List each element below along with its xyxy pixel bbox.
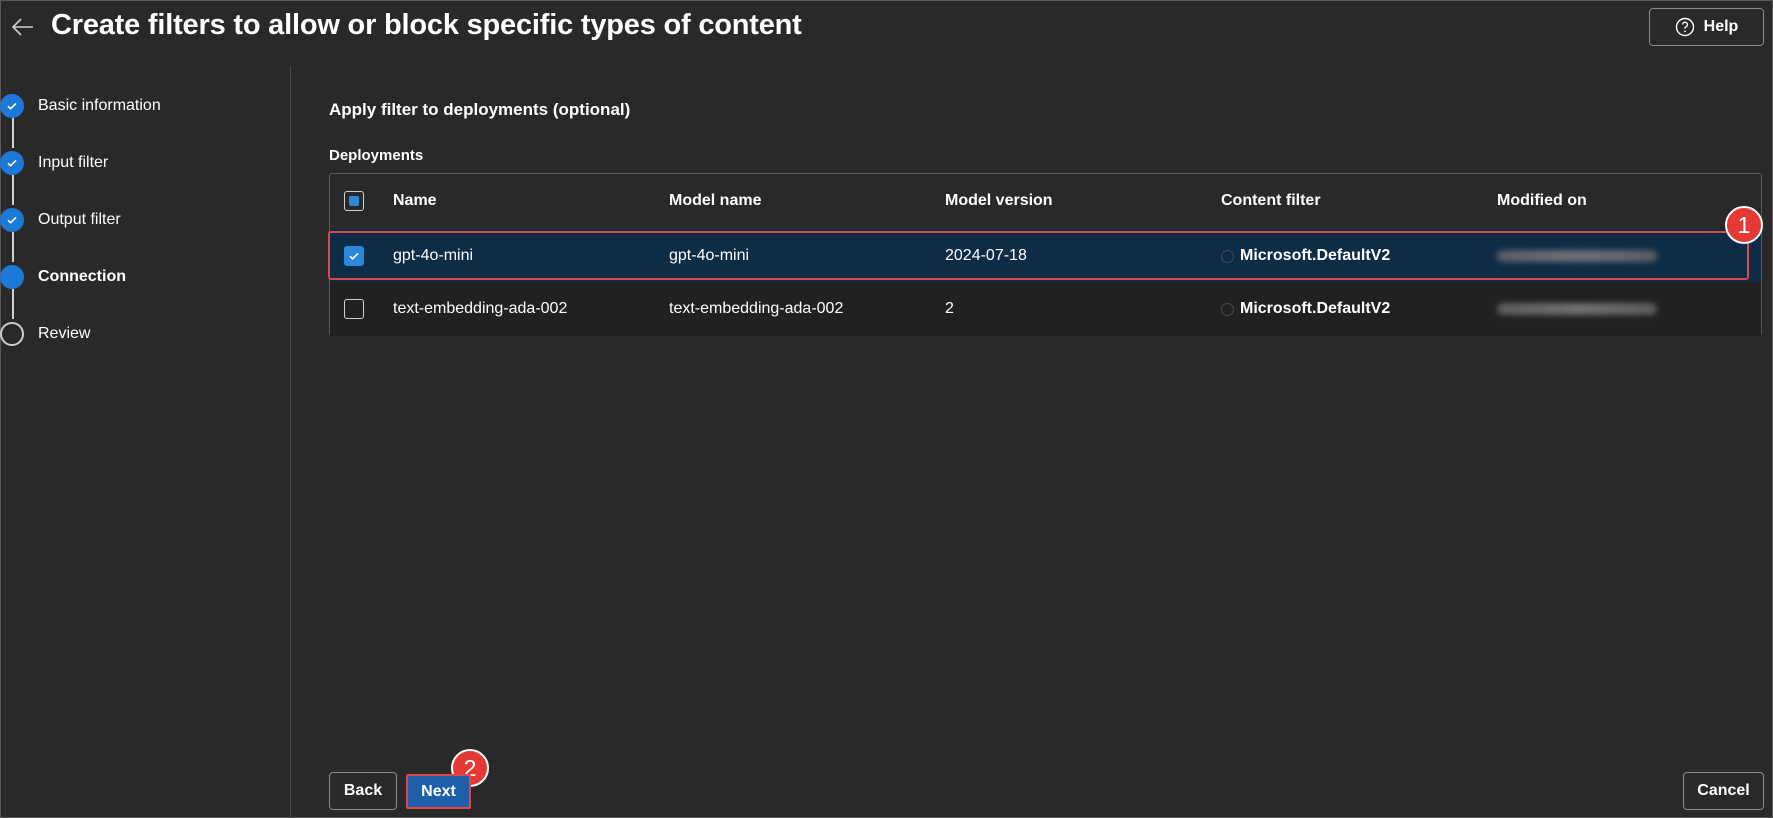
filter-status-icon — [1221, 302, 1234, 316]
content-filter-value: Microsoft.DefaultV2 — [1240, 247, 1391, 264]
model-version: 2024-07-18 — [945, 247, 1027, 264]
model-name: text-embedding-ada-002 — [669, 300, 844, 317]
step-input-filter[interactable]: Input filter — [0, 151, 108, 175]
window-frame — [0, 0, 1773, 818]
page-title: Create filters to allow or block specifi… — [51, 9, 802, 41]
step-basic-information[interactable]: Basic information — [0, 94, 161, 118]
step-label: Review — [38, 325, 91, 342]
back-arrow-button[interactable] — [8, 10, 38, 44]
content-filter-cell: Microsoft.DefaultV2 — [1221, 282, 1390, 336]
select-all-cell — [344, 174, 364, 228]
column-header-modified-on[interactable]: Modified on — [1497, 174, 1587, 228]
step-label: Input filter — [38, 154, 109, 171]
column-header-model-version[interactable]: Model version — [945, 174, 1053, 228]
check-icon — [0, 208, 24, 232]
step-label: Connection — [38, 268, 126, 285]
content-filter-cell: Microsoft.DefaultV2 — [1221, 229, 1390, 283]
arrow-left-icon — [12, 18, 33, 36]
redacted-timestamp — [1497, 250, 1657, 262]
model-name: gpt-4o-mini — [669, 247, 750, 264]
step-connector — [12, 232, 14, 262]
table-row[interactable]: gpt-4o-mini gpt-4o-mini 2024-07-18 Micro… — [330, 229, 1761, 283]
row-select-cell — [344, 229, 364, 283]
step-label: Basic information — [38, 97, 161, 114]
deployment-name[interactable]: text-embedding-ada-002 — [393, 282, 567, 336]
next-button[interactable]: Next — [406, 774, 471, 809]
pending-step-icon — [0, 322, 24, 346]
sidebar-divider — [290, 66, 291, 818]
deployments-table: Name Model name Model version Content fi… — [329, 173, 1762, 336]
help-label: Help — [1703, 18, 1739, 35]
cancel-button[interactable]: Cancel — [1683, 772, 1764, 810]
check-icon — [349, 252, 359, 260]
table-row[interactable]: text-embedding-ada-002 text-embedding-ad… — [330, 282, 1761, 336]
column-header-name[interactable]: Name — [393, 174, 437, 228]
redacted-timestamp — [1497, 303, 1657, 315]
step-connection[interactable]: Connection — [0, 265, 126, 289]
back-button[interactable]: Back — [329, 772, 397, 810]
column-header-content-filter[interactable]: Content filter — [1221, 174, 1321, 228]
step-output-filter[interactable]: Output filter — [0, 208, 121, 232]
current-step-icon — [0, 265, 24, 289]
step-connector — [12, 289, 14, 319]
question-circle-icon — [1675, 17, 1694, 37]
row-checkbox[interactable] — [344, 246, 364, 266]
modified-on-cell — [1497, 282, 1657, 336]
content-filter-value: Microsoft.DefaultV2 — [1240, 300, 1391, 317]
filter-status-icon — [1221, 249, 1234, 263]
step-label: Output filter — [38, 211, 121, 228]
modified-on-cell — [1497, 229, 1657, 283]
column-header-model-name[interactable]: Model name — [669, 174, 761, 228]
check-icon — [0, 151, 24, 175]
section-title: Apply filter to deployments (optional) — [329, 100, 631, 119]
help-button[interactable]: Help — [1649, 8, 1764, 46]
row-select-cell — [344, 282, 364, 336]
step-review[interactable]: Review — [0, 322, 90, 346]
row-checkbox[interactable] — [344, 299, 364, 319]
step-connector — [12, 175, 14, 205]
model-version: 2 — [945, 300, 954, 317]
deployment-name[interactable]: gpt-4o-mini — [393, 229, 473, 283]
check-icon — [0, 94, 24, 118]
table-header-row: Name Model name Model version Content fi… — [330, 174, 1761, 228]
deployments-label: Deployments — [329, 147, 424, 164]
select-all-checkbox[interactable] — [344, 191, 364, 211]
step-connector — [12, 118, 14, 148]
annotation-badge-1: 1 — [1725, 206, 1763, 244]
